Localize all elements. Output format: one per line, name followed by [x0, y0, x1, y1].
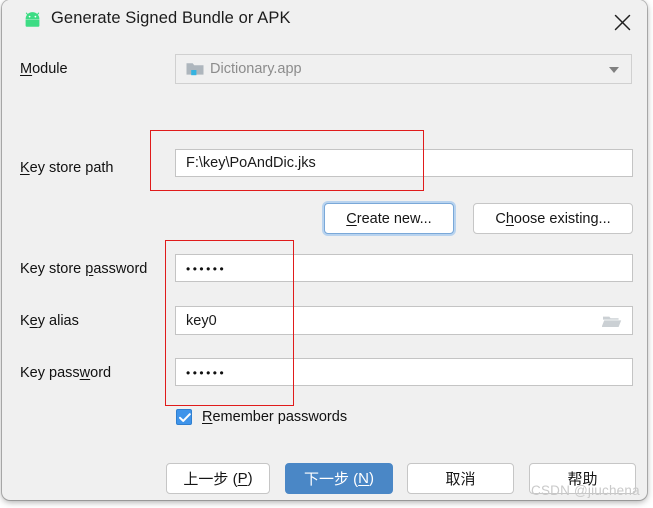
module-label: Module	[20, 61, 68, 77]
module-value: Dictionary.app	[210, 61, 302, 77]
previous-mnemonic: P	[237, 470, 248, 487]
checkmark-icon	[179, 413, 191, 422]
key-store-path-label: Key store path	[20, 160, 114, 176]
key-password-label-mnemonic: w	[79, 365, 91, 381]
key-alias-value: key0	[186, 312, 217, 329]
next-post: )	[369, 470, 374, 487]
cancel-label: 取消	[445, 471, 476, 488]
key-store-password-label: Key store password	[20, 261, 147, 277]
previous-pre: 上一步 (	[183, 471, 238, 488]
choose-existing-mnemonic: h	[505, 210, 514, 227]
key-store-path-label-mnemonic: K	[20, 160, 30, 176]
key-password-input[interactable]: ••••••	[175, 358, 633, 386]
module-combobox[interactable]: Dictionary.app	[175, 54, 632, 84]
key-store-password-value: ••••••	[186, 262, 227, 276]
create-new-post: reate new...	[356, 210, 432, 227]
key-store-path-input[interactable]: F:\key\PoAndDic.jks	[175, 149, 633, 177]
key-store-password-label-pre: Key store	[20, 261, 86, 277]
key-store-path-label-rest: ey store path	[29, 160, 114, 176]
dialog-title: Generate Signed Bundle or APK	[51, 9, 291, 27]
key-password-label-rest: ord	[90, 365, 112, 381]
module-label-mnemonic: M	[20, 61, 33, 77]
create-new-button[interactable]: Create new...	[324, 203, 454, 234]
previous-button[interactable]: 上一步 (P)	[166, 463, 270, 494]
key-alias-label-pre: K	[20, 313, 30, 329]
chevron-down-icon[interactable]	[609, 67, 619, 73]
choose-existing-button[interactable]: Ch oose existing...	[473, 203, 633, 234]
close-icon[interactable]	[602, 5, 644, 38]
key-alias-label-mnemonic: e	[29, 313, 38, 329]
next-button[interactable]: 下一步 (N)	[285, 463, 393, 494]
module-label-rest: odule	[32, 61, 68, 77]
remember-passwords-checkbox[interactable]	[176, 409, 192, 425]
key-password-label-pre: Key pass	[20, 365, 80, 381]
key-alias-label: Key alias	[20, 313, 79, 329]
key-alias-input[interactable]: key0	[175, 306, 633, 335]
remember-passwords-checkbox-row[interactable]: Remember passwords	[176, 409, 347, 425]
key-alias-label-rest: y alias	[37, 313, 79, 329]
watermark-text: CSDN @jiuchena	[531, 483, 640, 498]
dialog-titlebar: Generate Signed Bundle or APK	[2, 0, 647, 43]
remember-passwords-label-rest: emember passwords	[212, 409, 348, 425]
choose-existing-post: oose existing...	[513, 210, 611, 227]
next-mnemonic: N	[358, 470, 369, 487]
create-new-mnemonic: C	[346, 210, 357, 227]
key-store-path-value: F:\key\PoAndDic.jks	[186, 155, 316, 171]
key-store-password-label-rest: assword	[93, 261, 148, 277]
key-password-value: ••••••	[186, 366, 227, 380]
folder-browse-icon[interactable]	[601, 314, 622, 329]
cancel-button[interactable]: 取消	[407, 463, 514, 494]
remember-passwords-label: Remember passwords	[202, 409, 347, 425]
remember-passwords-label-mnemonic: R	[202, 409, 213, 425]
android-robot-icon	[22, 11, 43, 31]
screenshot-root: Generate Signed Bundle or APK Module Dic…	[0, 0, 653, 508]
key-password-label: Key password	[20, 365, 111, 381]
choose-existing-pre: C	[495, 210, 506, 227]
generate-signed-bundle-dialog: Generate Signed Bundle or APK Module Dic…	[2, 0, 647, 500]
previous-post: )	[247, 470, 253, 487]
next-pre: 下一步 (	[303, 471, 359, 488]
key-store-password-input[interactable]: ••••••	[175, 254, 633, 282]
module-folder-icon	[186, 61, 204, 77]
